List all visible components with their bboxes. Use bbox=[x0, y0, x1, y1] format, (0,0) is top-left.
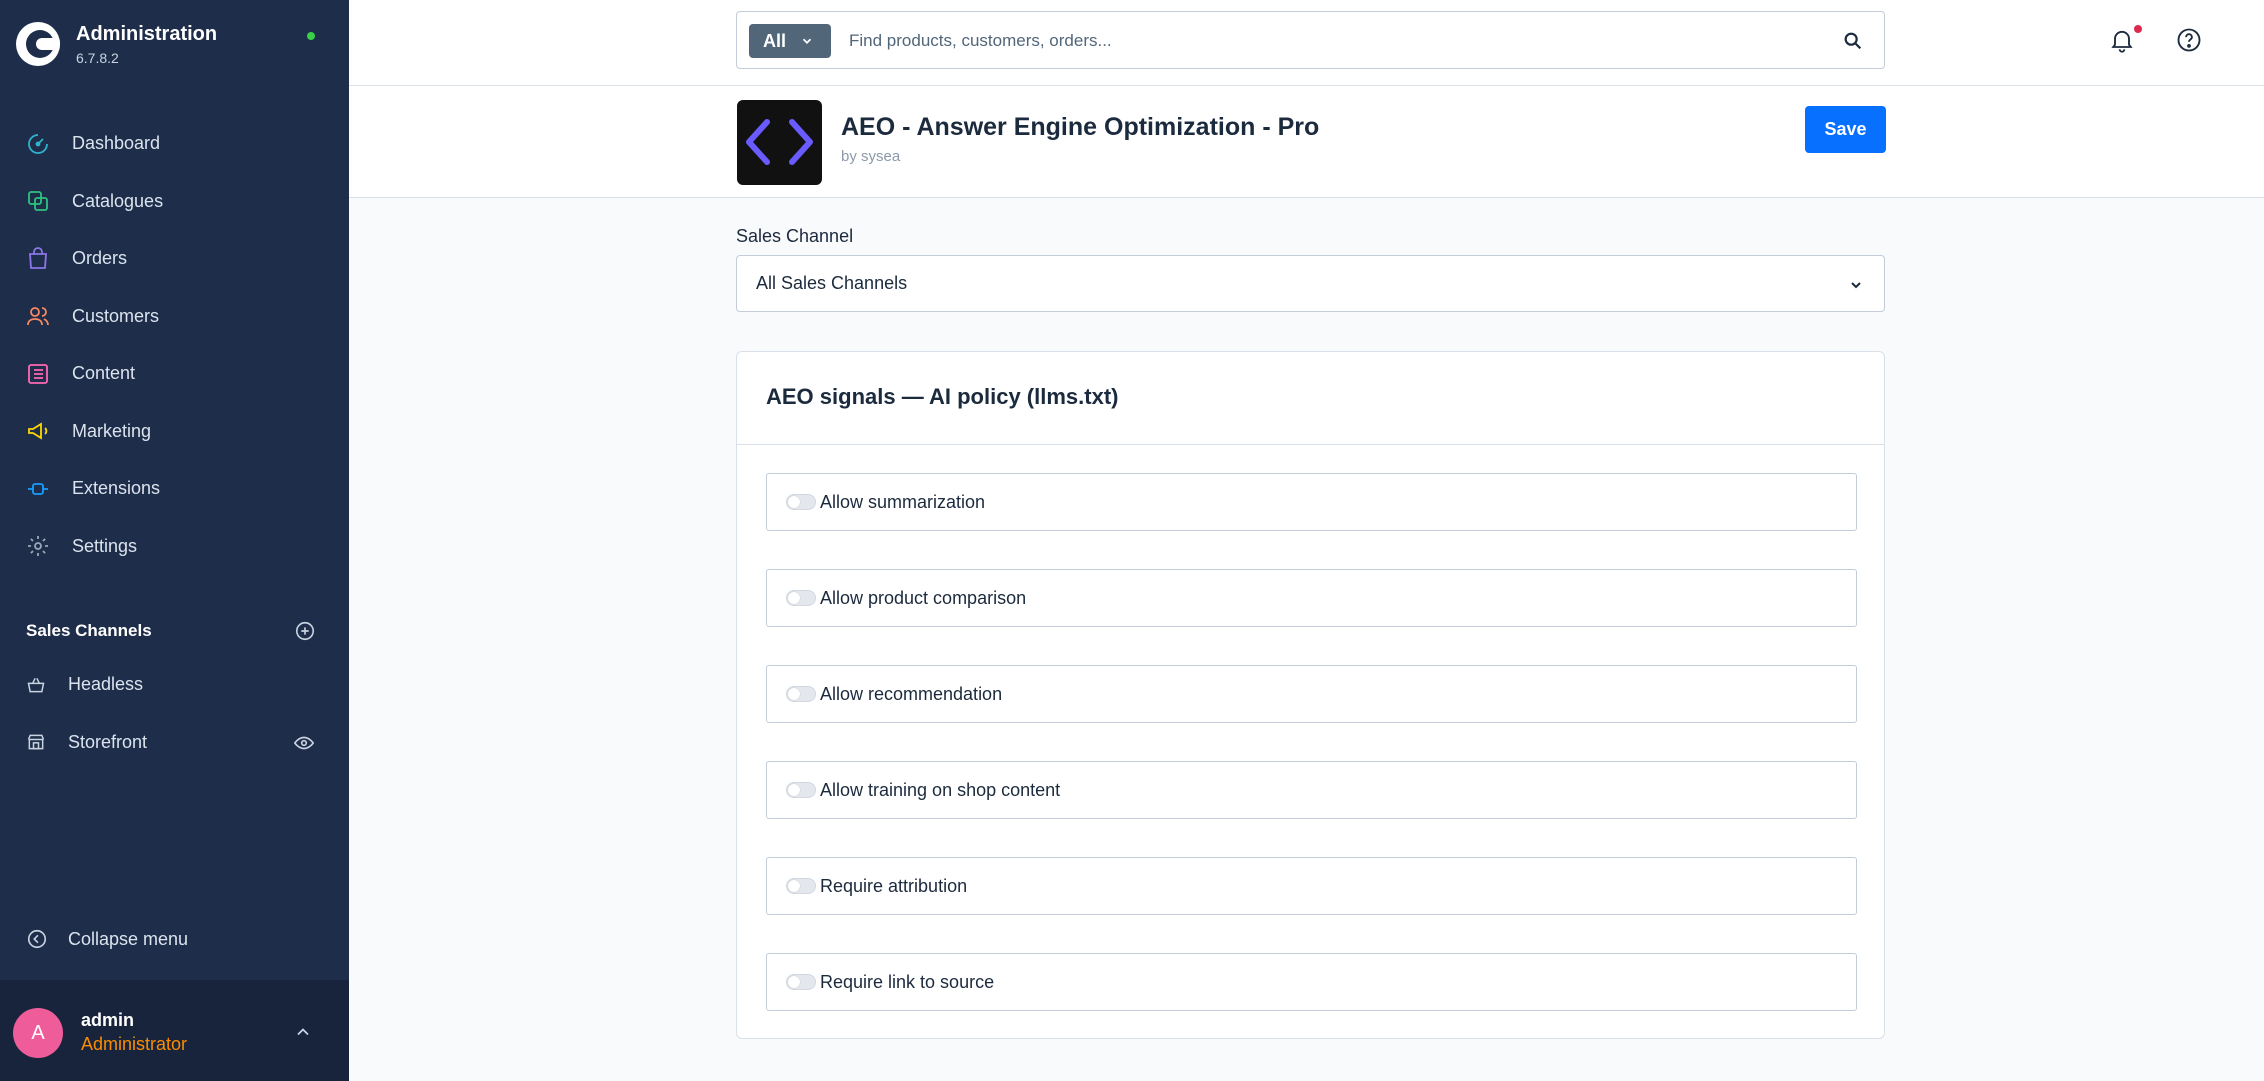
brand[interactable]: Administration 6.7.8.2 bbox=[16, 22, 217, 66]
option-allow-summarization: Allow summarization bbox=[766, 473, 1857, 531]
orders-icon bbox=[29, 246, 47, 269]
nav-label: Dashboard bbox=[72, 133, 161, 154]
nav-item-extensions[interactable]: Extensions bbox=[0, 460, 349, 518]
option-label: Allow recommendation bbox=[820, 683, 1003, 704]
option-allow-training: Allow training on shop content bbox=[766, 761, 1857, 819]
nav-label: Marketing bbox=[72, 420, 152, 441]
nav-item-settings[interactable]: Settings bbox=[0, 518, 349, 576]
search-input[interactable] bbox=[849, 24, 1799, 58]
nav-item-dashboard[interactable]: Dashboard bbox=[0, 115, 349, 173]
notifications-bell-icon[interactable] bbox=[2108, 26, 2136, 54]
toggle-switch[interactable] bbox=[786, 782, 816, 798]
option-label: Require attribution bbox=[820, 875, 968, 896]
nav-label: Customers bbox=[72, 305, 160, 326]
option-allow-product-comparison: Allow product comparison bbox=[766, 569, 1857, 627]
nav-item-content[interactable]: Content bbox=[0, 345, 349, 403]
status-dot bbox=[307, 32, 315, 40]
notification-badge bbox=[2134, 25, 2142, 33]
add-sales-channel-icon[interactable] bbox=[294, 620, 316, 642]
help-icon[interactable] bbox=[2175, 26, 2203, 54]
plugin-title: AEO - Answer Engine Optimization - Pro bbox=[841, 113, 1320, 141]
nav-label: Extensions bbox=[72, 478, 161, 499]
user-name: admin bbox=[81, 1010, 135, 1030]
top-bar: All bbox=[349, 0, 2264, 86]
storefront-icon bbox=[27, 734, 45, 750]
card-divider bbox=[737, 444, 1884, 445]
option-allow-recommendation: Allow recommendation bbox=[766, 665, 1857, 723]
global-search: All bbox=[736, 11, 1885, 69]
sales-channel-headless[interactable]: Headless bbox=[0, 656, 349, 714]
nav-item-marketing[interactable]: Marketing bbox=[0, 403, 349, 461]
sales-channel-label: Storefront bbox=[68, 731, 148, 752]
search-icon[interactable] bbox=[1842, 30, 1864, 52]
nav-item-orders[interactable]: Orders bbox=[0, 230, 349, 288]
nav-label: Catalogues bbox=[72, 190, 164, 211]
nav-label: Orders bbox=[72, 248, 128, 269]
toggle-switch[interactable] bbox=[786, 590, 816, 606]
content-icon bbox=[28, 363, 48, 384]
option-label: Allow training on shop content bbox=[820, 779, 1061, 800]
app-version: 6.7.8.2 bbox=[76, 49, 119, 66]
basket-icon bbox=[27, 677, 45, 693]
nav-item-catalogues[interactable]: Catalogues bbox=[0, 173, 349, 231]
collapse-menu-label: Collapse menu bbox=[68, 928, 189, 949]
plugin-header: AEO - Answer Engine Optimization - Pro b… bbox=[349, 86, 2264, 198]
nav-label: Settings bbox=[72, 535, 138, 556]
main-nav: Dashboard Catalogues Orders Customers Co… bbox=[0, 115, 349, 575]
chevron-down-icon bbox=[1851, 282, 1861, 289]
card-title: AEO signals — AI policy (llms.txt) bbox=[766, 384, 1119, 409]
toggle-switch[interactable] bbox=[786, 878, 816, 894]
plugin-author: by sysea bbox=[841, 148, 901, 165]
customers-icon bbox=[27, 307, 49, 326]
dashboard-icon bbox=[28, 133, 48, 154]
catalogues-icon bbox=[28, 191, 48, 212]
option-label: Require link to source bbox=[820, 971, 995, 992]
chevron-up-icon[interactable] bbox=[293, 1022, 313, 1042]
nav-item-customers[interactable]: Customers bbox=[0, 288, 349, 346]
shopware-logo-icon bbox=[16, 22, 60, 66]
settings-icon bbox=[28, 536, 48, 557]
sales-channel-select-value: All Sales Channels bbox=[756, 273, 908, 293]
option-label: Allow product comparison bbox=[820, 587, 1027, 608]
eye-icon[interactable] bbox=[293, 732, 315, 754]
sales-channels-title: Sales Channels bbox=[26, 621, 152, 640]
nav-label: Content bbox=[72, 363, 136, 384]
app-title: Administration bbox=[76, 22, 218, 45]
plugin-logo bbox=[737, 100, 822, 185]
option-require-attribution: Require attribution bbox=[766, 857, 1857, 915]
sales-channel-field-label: Sales Channel bbox=[736, 226, 854, 246]
sales-channel-select[interactable]: All Sales Channels bbox=[736, 255, 1885, 312]
user-menu[interactable]: A admin Administrator bbox=[0, 980, 349, 1081]
toggle-switch[interactable] bbox=[786, 686, 816, 702]
option-label: Allow summarization bbox=[820, 491, 986, 512]
code-brackets-icon bbox=[746, 119, 813, 165]
search-type-label: All bbox=[763, 30, 787, 51]
toggle-switch[interactable] bbox=[786, 974, 816, 990]
extensions-icon bbox=[28, 482, 48, 495]
aeo-signals-card: AEO signals — AI policy (llms.txt) Allow… bbox=[736, 351, 1885, 1039]
toggle-switch[interactable] bbox=[786, 494, 816, 510]
sales-channel-label: Headless bbox=[68, 674, 144, 695]
search-type-dropdown[interactable]: All bbox=[749, 24, 831, 58]
sidebar: Administration 6.7.8.2 Dashboard Catalog… bbox=[0, 0, 349, 1081]
chevron-left-circle-icon bbox=[27, 929, 47, 949]
collapse-menu-button[interactable]: Collapse menu bbox=[26, 928, 188, 950]
avatar: A bbox=[13, 1008, 63, 1058]
sales-channel-storefront[interactable]: Storefront bbox=[0, 714, 349, 772]
chevron-down-icon bbox=[802, 38, 812, 44]
save-button[interactable]: Save bbox=[1805, 106, 1886, 153]
sales-channels-header: Sales Channels bbox=[26, 620, 316, 642]
option-require-link-to-source: Require link to source bbox=[766, 953, 1857, 1011]
user-role: Administrator bbox=[81, 1034, 188, 1054]
marketing-icon bbox=[28, 422, 48, 440]
sales-channel-list: Headless Storefront bbox=[0, 656, 349, 771]
